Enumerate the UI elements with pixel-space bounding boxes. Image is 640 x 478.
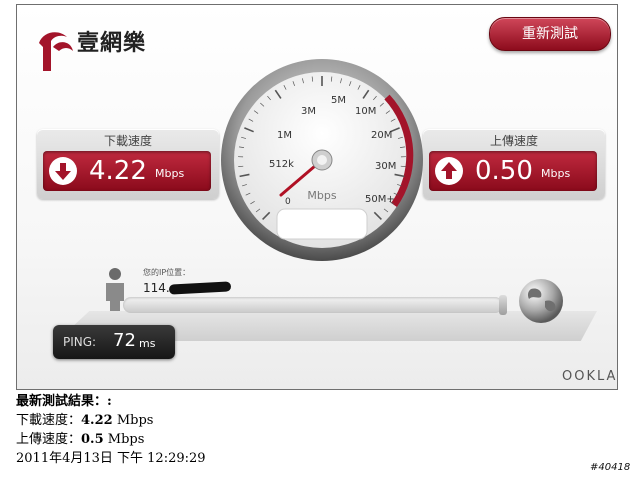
gauge-hub-cap [317,155,327,165]
download-title: 下載速度 [103,134,152,148]
upload-arrow-icon [435,157,463,185]
track-endcap [499,295,507,315]
gauge-readout-window [276,208,368,240]
gauge-tick-label-20m: 20M [371,130,392,141]
gauge-tick-label-512k: 512k [269,159,294,170]
latest-results: 最新測試結果：: 下載速度：4.22 Mbps 上傳速度：0.5 Mbps 20… [16,392,206,468]
results-download-line: 下載速度：4.22 Mbps [16,411,206,430]
gauge-tick-label-50m: 50M+ [365,194,395,205]
ping-value: 72 [113,330,136,351]
gauge-tick-label-0: 0 [285,197,291,207]
results-upload-line: 上傳速度：0.5 Mbps [16,430,206,449]
ip-value: 114. [143,281,170,295]
ookla-logo: OOKLA [562,369,618,384]
results-download-value: 4.22 [81,413,113,428]
image-watermark: #40418 [590,462,631,473]
download-unit: Mbps [155,167,185,180]
upload-value-box: 0.50 Mbps [429,151,597,191]
download-value: 4.22 [89,156,147,186]
brand-name: 壹網樂 [77,31,147,56]
results-download-label: 下載速度： [16,413,82,428]
gauge-tick-label-10m: 10M [355,106,376,117]
results-download-unit: Mbps [112,413,154,428]
speedtest-frame: 壹網樂 重新測試 下載速度 4.22 Mbps 上傳速度 0.50 Mbps 0… [16,4,618,390]
results-upload-label: 上傳速度： [16,432,82,447]
speed-gauge: 0 512k 1M 3M 5M 10M 20M 30M 50M+ Mbps [221,59,423,261]
upload-value: 0.50 [475,156,533,186]
results-heading: 最新測試結果：: [16,394,112,409]
gauge-unit-label: Mbps [307,189,336,202]
download-arrow-icon [49,157,77,185]
gauge-tick-label-5m: 5M [331,95,346,106]
results-upload-value: 0.5 [81,432,104,447]
upload-panel: 上傳速度 0.50 Mbps [423,129,605,199]
upload-title: 上傳速度 [489,134,538,148]
retest-button[interactable]: 重新測試 [489,17,611,51]
download-panel: 下載速度 4.22 Mbps [37,129,219,199]
gauge-tick-label-3m: 3M [301,106,316,117]
upload-unit: Mbps [541,167,571,180]
gauge-tick-label-1m: 1M [277,130,292,141]
connection-track [123,297,503,313]
results-upload-unit: Mbps [103,432,145,447]
results-timestamp: 2011年4月13日 下午 12:29:29 [16,451,206,466]
globe-icon [519,279,563,323]
ping-label: PING: [63,335,97,349]
gauge-tick-label-30m: 30M [375,161,396,172]
ping-panel: PING: 72 ms [53,325,175,359]
ip-label: 您的IP位置： [143,268,191,277]
download-value-box: 4.22 Mbps [43,151,211,191]
ping-unit: ms [139,337,156,350]
